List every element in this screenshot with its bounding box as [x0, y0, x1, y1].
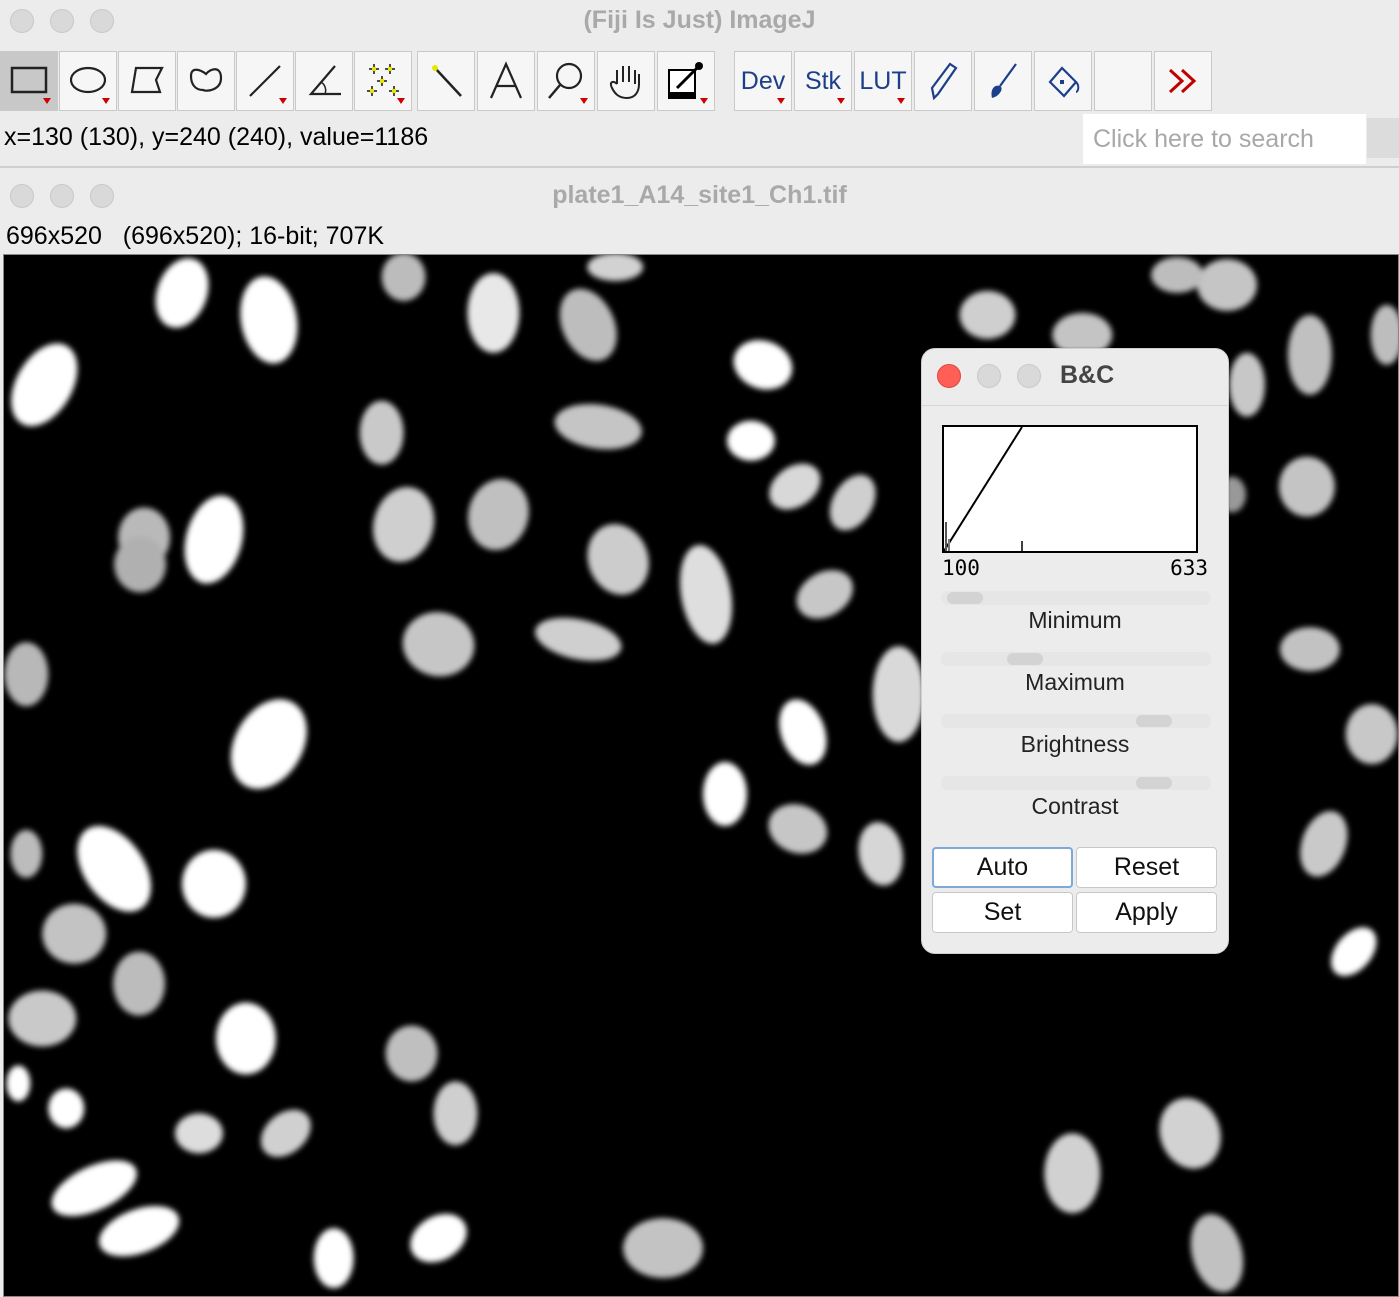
bc-close-button[interactable] — [937, 364, 961, 388]
search-scroll-stub — [1367, 118, 1399, 158]
lut-menu[interactable]: LUT — [854, 51, 912, 111]
image-window-title: plate1_A14_site1_Ch1.tif — [552, 181, 847, 209]
freehand-tool[interactable] — [177, 51, 235, 111]
dev-menu[interactable]: Dev — [734, 51, 792, 111]
flood-fill-icon — [1048, 66, 1080, 98]
bc-zoom-button[interactable] — [1017, 364, 1041, 388]
double-chevron-icon — [1168, 68, 1197, 94]
dropdown-arrow-icon — [837, 98, 845, 104]
bc-dialog-title: B&C — [1060, 361, 1115, 389]
brightness-label: Brightness — [1020, 731, 1130, 757]
dropdown-arrow-icon — [397, 98, 405, 104]
maximum-slider-knob[interactable] — [1006, 653, 1043, 665]
lut-menu-label: LUT — [859, 66, 907, 95]
rectangle-tool[interactable] — [0, 51, 58, 111]
maximum-label: Maximum — [1025, 669, 1125, 695]
magnifier-tool[interactable] — [537, 51, 595, 111]
polygon-tool[interactable] — [118, 51, 176, 111]
search-input[interactable] — [1083, 114, 1366, 164]
pencil-tool[interactable] — [914, 51, 972, 111]
main-window-title: (Fiji Is Just) ImageJ — [583, 6, 816, 34]
bc-title-divider — [922, 405, 1228, 406]
freehand-icon — [189, 68, 223, 92]
color-picker-tool[interactable] — [657, 51, 715, 111]
dropdown-arrow-icon — [43, 98, 51, 104]
image-info: 696x520 (696x520); 16-bit; 707K — [6, 222, 385, 250]
wand-tool[interactable] — [417, 51, 475, 111]
minimum-slider[interactable] — [941, 591, 1211, 605]
histogram — [942, 425, 1198, 553]
set-button[interactable]: Set — [932, 892, 1073, 933]
dropdown-arrow-icon — [279, 98, 287, 104]
range-max-label: 633 — [1170, 556, 1208, 580]
dropdown-arrow-icon — [700, 98, 708, 104]
stk-menu[interactable]: Stk — [794, 51, 852, 111]
hand-icon — [609, 66, 640, 100]
reset-button[interactable]: Reset — [1076, 847, 1217, 888]
more-tools[interactable] — [1154, 51, 1212, 111]
pencil-icon — [930, 62, 958, 101]
bc-minimize-button[interactable] — [977, 364, 1001, 388]
maximum-slider[interactable] — [941, 652, 1211, 666]
histogram-plot — [944, 427, 1023, 551]
text-tool[interactable] — [477, 51, 535, 111]
contrast-slider[interactable] — [941, 776, 1211, 790]
range-min-label: 100 — [942, 556, 980, 580]
contrast-slider-knob[interactable] — [1135, 777, 1172, 789]
dropdown-arrow-icon — [777, 98, 785, 104]
polygon-icon — [130, 66, 164, 94]
minimum-slider-knob[interactable] — [947, 592, 983, 604]
hand-tool[interactable] — [597, 51, 655, 111]
flood-fill-tool[interactable] — [1034, 51, 1092, 111]
brightness-slider[interactable] — [941, 714, 1211, 728]
window-divider — [0, 166, 1399, 168]
empty-slot — [1094, 51, 1152, 111]
dropdown-arrow-icon — [102, 98, 110, 104]
angle-icon — [308, 65, 341, 96]
brush-icon — [991, 63, 1017, 98]
contrast-label: Contrast — [1031, 793, 1119, 819]
text-icon — [489, 61, 523, 99]
dropdown-arrow-icon — [580, 98, 588, 104]
dev-menu-label: Dev — [740, 66, 786, 95]
dropdown-arrow-icon — [897, 98, 905, 104]
stk-menu-label: Stk — [804, 66, 842, 95]
multipoint-tool[interactable] — [354, 51, 412, 111]
bc-dialog: B&C 100 633 Minimum Maximum Brightness C… — [921, 348, 1229, 954]
wand-icon — [432, 65, 462, 97]
minimum-label: Minimum — [1028, 607, 1122, 633]
status-bar-text: x=130 (130), y=240 (240), value=1186 — [4, 123, 429, 151]
line-tool[interactable] — [236, 51, 294, 111]
toolbar: Dev Stk LUT — [0, 50, 1399, 112]
oval-tool[interactable] — [59, 51, 117, 111]
brush-tool[interactable] — [974, 51, 1032, 111]
brightness-slider-knob[interactable] — [1135, 715, 1172, 727]
apply-button[interactable]: Apply — [1076, 892, 1217, 933]
auto-button[interactable]: Auto — [932, 847, 1073, 888]
angle-tool[interactable] — [295, 51, 353, 111]
